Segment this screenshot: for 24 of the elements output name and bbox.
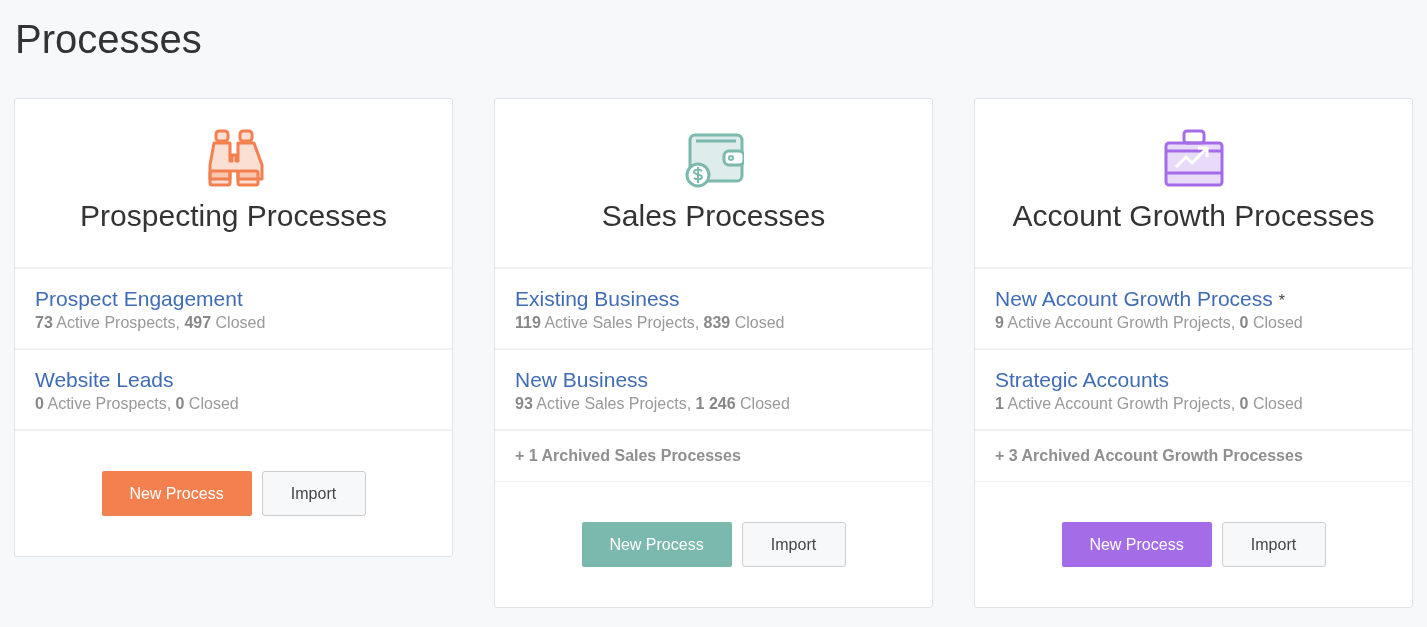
card-title: Account Growth Processes	[1012, 199, 1375, 233]
process-link[interactable]: Website Leads	[35, 368, 174, 392]
import-button[interactable]: Import	[1221, 522, 1326, 567]
archived-link[interactable]: + 1 Archived Sales Processes	[515, 447, 741, 464]
process-stats: 0 Active Prospects, 0 Closed	[35, 395, 240, 413]
card-title: Prospecting Processes	[80, 199, 387, 233]
page-title: Processes	[15, 16, 203, 63]
archived-link[interactable]: + 3 Archived Account Growth Processes	[995, 447, 1303, 464]
process-link[interactable]: New Account Growth Process	[995, 287, 1273, 311]
process-link[interactable]: New Business	[515, 368, 649, 392]
process-link[interactable]: Strategic Accounts	[995, 368, 1169, 392]
card-title: Sales Processes	[601, 199, 826, 233]
process-link[interactable]: Prospect Engagement	[35, 287, 243, 311]
process-stats: 1 Active Account Growth Projects, 0 Closed	[995, 395, 1304, 413]
new-process-button[interactable]: New Process	[1061, 522, 1212, 567]
asterisk-marker: *	[1278, 292, 1285, 310]
process-stats: 93 Active Sales Projects, 1 246 Closed	[515, 395, 791, 413]
process-link[interactable]: Existing Business	[515, 287, 680, 311]
import-button[interactable]: Import	[261, 471, 366, 516]
briefcase-icon	[1163, 129, 1224, 189]
process-stats: 9 Active Account Growth Projects, 0 Closed	[995, 314, 1304, 332]
process-stats: 73 Active Prospects, 497 Closed	[35, 314, 267, 332]
process-stats: 119 Active Sales Projects, 839 Closed	[515, 314, 786, 332]
import-button[interactable]: Import	[741, 522, 846, 567]
